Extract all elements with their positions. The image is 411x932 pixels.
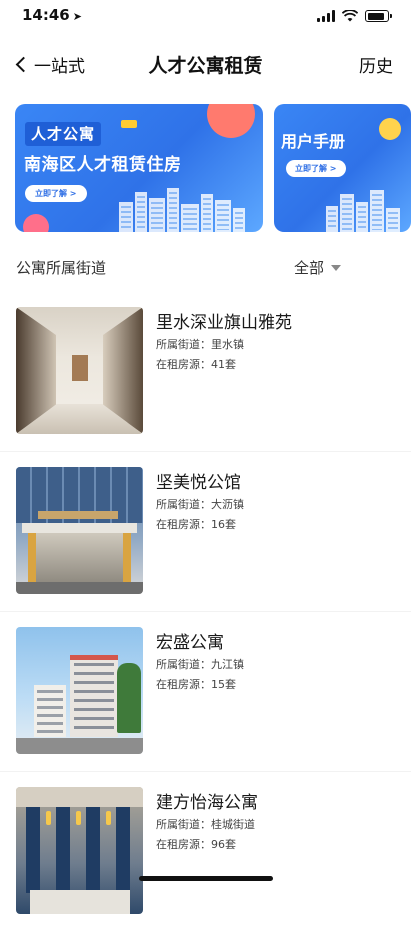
status-bar: 14:46 ➤ (0, 0, 411, 34)
corridor-image (16, 307, 143, 434)
nav-bar: 一站式 人才公寓租赁 历史 (0, 44, 411, 88)
city-skyline-illustration (15, 188, 263, 232)
apartment-street: 所属街道：大沥镇 (156, 498, 244, 511)
decor-circle (207, 104, 255, 138)
apartment-available-count: 在租房源：15套 (156, 678, 236, 691)
banner-headline: 用户手册 (281, 132, 346, 151)
banner-carousel[interactable]: 人才公寓 南海区人才租赁住房 立即了解 > 用户手册 立即了解 > (15, 104, 411, 232)
battery-icon (365, 10, 392, 22)
location-arrow-icon: ➤ (72, 10, 82, 23)
status-icons (317, 10, 392, 22)
banner-talent-housing[interactable]: 人才公寓 南海区人才租赁住房 立即了解 > (15, 104, 263, 232)
list-item[interactable]: 里水深业旗山雅苑 所属街道：里水镇 在租房源：41套 (0, 292, 411, 452)
history-button[interactable]: 历史 (359, 52, 393, 77)
street-filter-row: 公寓所属街道 全部 (0, 252, 411, 282)
street-filter-dropdown[interactable]: 全部 (294, 257, 341, 278)
banner-user-manual[interactable]: 用户手册 立即了解 > (274, 104, 411, 232)
wifi-icon (342, 10, 358, 22)
office-building-image (16, 467, 143, 594)
filter-selected-value: 全部 (293, 259, 324, 277)
apartment-street: 所属街道：里水镇 (156, 338, 244, 351)
apartment-name: 建方怡海公寓 (156, 793, 258, 813)
lobby-image (16, 787, 143, 914)
apartment-street: 所属街道：九江镇 (156, 658, 244, 671)
signal-icon (317, 10, 335, 22)
status-time-text: 14:46 (22, 6, 70, 24)
apartment-available-count: 在租房源：41套 (156, 358, 236, 371)
apartment-name: 宏盛公寓 (156, 633, 224, 653)
banner-tag: 人才公寓 (25, 122, 102, 146)
decor-bar (121, 120, 137, 128)
caret-down-icon (331, 264, 341, 271)
list-item[interactable]: 宏盛公寓 所属街道：九江镇 在租房源：15套 (0, 612, 411, 772)
status-time: 14:46 ➤ (22, 6, 82, 24)
list-item[interactable]: 建方怡海公寓 所属街道：桂城街道 在租房源：96套 (0, 772, 411, 932)
filter-label: 公寓所属街道 (16, 259, 107, 277)
apartment-name: 里水深业旗山雅苑 (156, 313, 292, 333)
battery-fill (367, 12, 384, 20)
list-item[interactable]: 坚美悦公馆 所属街道：大沥镇 在租房源：16套 (0, 452, 411, 612)
banner-headline: 南海区人才租赁住房 (24, 155, 182, 175)
home-indicator[interactable] (139, 876, 273, 881)
apartment-available-count: 在租房源：96套 (156, 838, 236, 851)
apartment-available-count: 在租房源：16套 (156, 518, 236, 531)
decor-circle (379, 118, 401, 140)
city-skyline-illustration (274, 188, 411, 232)
page-title: 人才公寓租赁 (148, 55, 263, 77)
learn-more-button[interactable]: 立即了解 > (286, 160, 346, 177)
apartment-street: 所属街道：桂城街道 (156, 818, 255, 831)
apartment-name: 坚美悦公馆 (156, 473, 241, 493)
building-exterior-image (16, 627, 143, 754)
